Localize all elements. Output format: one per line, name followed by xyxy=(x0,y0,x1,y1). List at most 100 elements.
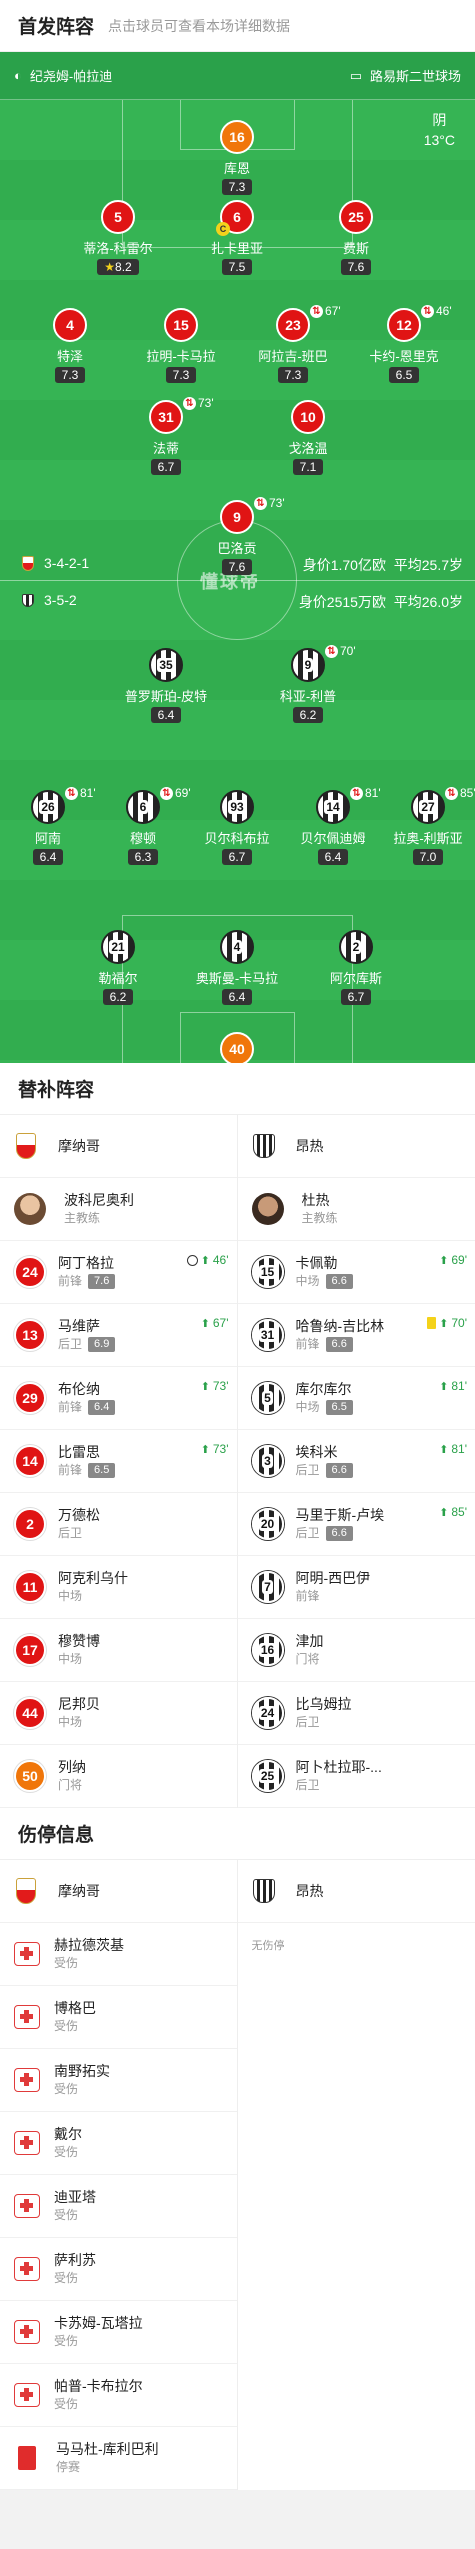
away-player[interactable]: 93 贝尔科布拉 6.7 xyxy=(192,790,282,866)
player-name: 法蒂 xyxy=(152,441,179,456)
jersey-number: 10 xyxy=(291,400,325,434)
sub-row[interactable]: 16 津加 门将 xyxy=(237,1619,475,1682)
jersey-number: 24 xyxy=(14,1256,46,1288)
away-player[interactable]: 4 奥斯曼-卡马拉 6.4 xyxy=(192,930,282,1006)
player-name: 特泽 xyxy=(56,349,83,364)
player-name: 库恩 xyxy=(223,161,250,176)
player-rating: 6.6 xyxy=(325,1273,353,1289)
player-name: 费斯 xyxy=(342,241,369,256)
sub-row[interactable]: 7 阿明-西巴伊 前锋 xyxy=(237,1556,475,1619)
injury-row[interactable]: 博格巴 受伤 xyxy=(0,1986,237,2049)
jersey-number: 16 xyxy=(251,1634,284,1666)
coach-row[interactable]: 波科尼奥利 主教练 xyxy=(0,1178,237,1241)
home-player[interactable]: 23 ⇅ 67' 阿拉吉-班巴 7.3 xyxy=(248,304,341,384)
injury-row[interactable]: 赫拉德茨基 受伤 xyxy=(0,1923,237,1986)
player-position: 前锋 xyxy=(58,1274,83,1288)
injury-status: 受伤 xyxy=(54,2271,79,2285)
pitch-header: ◐ 纪尧姆-帕拉迪 ▭ 路易斯二世球场 xyxy=(0,52,475,100)
away-player[interactable]: 40奥马尔-波纳6.7 xyxy=(192,1032,282,1063)
injury-row[interactable]: 南野拓实 受伤 xyxy=(0,2049,237,2112)
home-player[interactable]: 31 ⇅ 73' 法蒂 6.7 xyxy=(121,396,214,476)
injury-row[interactable]: 迪亚塔 受伤 xyxy=(0,2175,237,2238)
away-player[interactable]: 27 ⇅ 85' 拉奥-利斯亚 7.0 xyxy=(383,786,475,866)
home-player[interactable]: 5 蒂洛-科雷尔 ★8.2 xyxy=(73,200,163,276)
player-position: 后卫 xyxy=(295,1463,320,1477)
sub-row[interactable]: 24 比乌姆拉 后卫 xyxy=(237,1682,475,1745)
sub-row[interactable]: 20 马里于斯-卢埃 后卫 6.6 ⬆ 85' xyxy=(237,1493,475,1556)
angers-logo xyxy=(252,1879,275,1903)
away-player[interactable]: 14 ⇅ 81' 贝尔佩迪姆 6.4 xyxy=(288,786,381,866)
sub-off-icon: ⇅ xyxy=(310,304,323,318)
player-position: 后卫 xyxy=(58,1337,83,1351)
away-player[interactable]: 6 ⇅ 69' 穆顿 6.3 xyxy=(98,786,191,866)
home-value: 身价1.70亿欧 平均25.7岁 xyxy=(302,557,463,573)
home-player[interactable]: 6 C 扎卡里亚 7.5 xyxy=(192,200,282,276)
sub-row[interactable]: 13 马维萨 后卫 6.9 ⬆ 67' xyxy=(0,1304,237,1367)
home-player[interactable]: 15 拉明-卡马拉 7.3 xyxy=(136,308,226,384)
player-position: 前锋 xyxy=(58,1400,83,1414)
injury-row[interactable]: 马马杜-库利巴利 停赛 xyxy=(0,2427,237,2490)
sub-row[interactable]: 5 库尔库尔 中场 6.5 ⬆ 81' xyxy=(237,1367,475,1430)
sub-row[interactable]: 44 尼邦贝 中场 xyxy=(0,1682,237,1745)
injury-row[interactable]: 萨利苏 受伤 xyxy=(0,2238,237,2301)
injury-row[interactable]: 卡苏姆-瓦塔拉 受伤 xyxy=(0,2301,237,2364)
away-player[interactable]: 21 勒福尔 6.2 xyxy=(73,930,163,1006)
player-rating: 7.3 xyxy=(165,367,197,383)
home-player[interactable]: 4 特泽 7.3 xyxy=(25,308,115,384)
yellow-card-icon xyxy=(427,1317,437,1329)
jersey-number: 31 xyxy=(149,400,183,434)
injuries-title: 伤停信息 xyxy=(0,1808,475,1860)
sub-row[interactable]: 50 列纳 门将 xyxy=(0,1745,237,1808)
coach-row[interactable]: 杜热 主教练 xyxy=(237,1178,475,1241)
player-name: 萨利苏 xyxy=(54,2252,96,2268)
jersey-number: 25 xyxy=(251,1760,284,1792)
player-position: 后卫 xyxy=(295,1715,320,1729)
sub-on-icon: ⬆ xyxy=(439,1380,449,1393)
subs-title: 替补阵容 xyxy=(0,1063,475,1115)
sub-row[interactable]: 25 阿卜杜拉耶-... 后卫 xyxy=(237,1745,475,1808)
injury-status: 受伤 xyxy=(54,2397,79,2411)
player-position: 门将 xyxy=(58,1778,83,1792)
player-name: 巴洛贡 xyxy=(217,541,257,556)
player-name: 比雷思 xyxy=(58,1444,100,1460)
sub-off-icon: ⇅ xyxy=(254,496,267,510)
home-player[interactable]: 10 戈洛温 7.1 xyxy=(263,400,353,476)
player-position: 门将 xyxy=(295,1652,320,1666)
sub-row[interactable]: 14 比雷思 前锋 6.5 ⬆ 73' xyxy=(0,1430,237,1493)
player-name: 卡约-恩里克 xyxy=(369,349,439,364)
monaco-logo xyxy=(16,1878,36,1904)
player-rating: 7.3 xyxy=(54,367,86,383)
sub-row[interactable]: 2 万德松 后卫 xyxy=(0,1493,237,1556)
home-player[interactable]: 9 ⇅ 73' 巴洛贡 7.6 xyxy=(192,496,285,576)
sub-row[interactable]: 3 埃科米 后卫 6.6 ⬆ 81' xyxy=(237,1430,475,1493)
player-name: 阿尔库斯 xyxy=(329,971,382,986)
sub-row[interactable]: 29 布伦纳 前锋 6.4 ⬆ 73' xyxy=(0,1367,237,1430)
player-name: 库尔库尔 xyxy=(295,1381,352,1397)
away-player[interactable]: 35 普罗斯珀-皮特 6.4 xyxy=(121,648,211,724)
away-player[interactable]: 26 ⇅ 81' 阿南 6.4 xyxy=(3,786,96,866)
injury-row[interactable]: 戴尔 受伤 xyxy=(0,2112,237,2175)
player-name: 普罗斯珀-皮特 xyxy=(124,689,208,704)
player-rating: 6.6 xyxy=(325,1336,353,1352)
jersey-number: 44 xyxy=(14,1697,46,1729)
sub-row[interactable]: 31 哈鲁纳-吉比林 前锋 6.6 ⬆ 70' xyxy=(237,1304,475,1367)
jersey-number: 29 xyxy=(14,1382,46,1414)
home-player[interactable]: 25 费斯 7.6 xyxy=(311,200,401,276)
away-player[interactable]: 2 阿尔库斯 6.7 xyxy=(311,930,401,1006)
home-player[interactable]: 16 库恩 7.3 xyxy=(192,120,282,196)
player-position: 前锋 xyxy=(295,1589,320,1603)
player-rating: 6.4 xyxy=(88,1399,116,1415)
sub-row[interactable]: 11 阿克利乌什 中场 xyxy=(0,1556,237,1619)
substitution-event: ⇅ 67' xyxy=(310,304,341,318)
sub-row[interactable]: 15 卡佩勒 中场 6.6 ⬆ 69' xyxy=(237,1241,475,1304)
sub-on-event: ⬆ 81' xyxy=(439,1379,467,1393)
injury-row[interactable]: 帕普-卡布拉尔 受伤 xyxy=(0,2364,237,2427)
sub-row[interactable]: 17 穆赞博 中场 xyxy=(0,1619,237,1682)
home-player[interactable]: 12 ⇅ 46' 卡约-恩里克 6.5 xyxy=(359,304,452,384)
away-player[interactable]: 9 ⇅ 70' 科亚-利普 6.2 xyxy=(263,644,356,724)
player-rating: 7.6 xyxy=(340,259,372,275)
sub-row[interactable]: 24 阿丁格拉 前锋 7.6 ⬆ 46' xyxy=(0,1241,237,1304)
sub-on-event: ⬆ 85' xyxy=(439,1505,467,1519)
jersey-number: 4 xyxy=(53,308,87,342)
medical-kit-icon xyxy=(14,2131,40,2155)
